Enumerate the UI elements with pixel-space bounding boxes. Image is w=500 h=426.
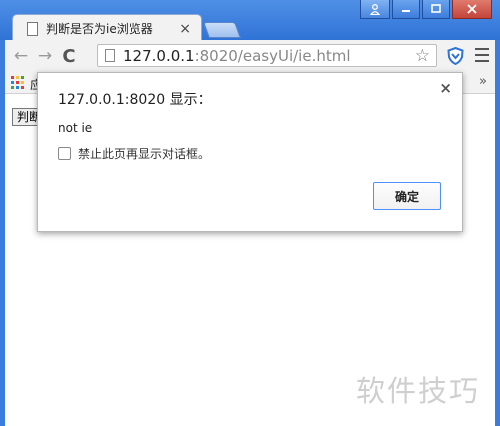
maximize-icon [431,4,441,13]
watermark: 软件技巧 [356,374,481,408]
ok-button[interactable]: 确定 [373,182,441,210]
menu-icon[interactable] [475,48,489,62]
reload-button[interactable]: C [57,44,81,68]
window-border-right [495,40,500,426]
back-arrow-icon: ← [13,46,29,66]
forward-button[interactable]: → [33,44,57,68]
dialog-title: 127.0.0.1:8020 显示： [58,92,212,108]
suppress-dialogs-checkbox[interactable] [58,147,71,160]
toolbar: ← → C 127.0.0.1:8020/easyUi/ie.html ☆ [5,40,495,72]
more-bookmarks-icon[interactable]: » [479,74,487,89]
tab-title: 判断是否为ie浏览器 [46,22,153,36]
minimize-icon [402,10,410,12]
apps-icon[interactable] [11,76,24,89]
dialog-close-icon[interactable]: × [439,79,452,97]
page-icon [105,49,115,62]
suppress-dialogs-checkbox-row[interactable]: 禁止此页再显示对话框。 [58,145,210,162]
reload-icon: C [62,45,76,67]
profile-button[interactable] [360,0,390,19]
dialog-message: not ie [58,121,93,135]
bookmark-star-icon[interactable]: ☆ [415,46,430,66]
person-icon [370,3,380,15]
url-host: 127.0.0.1 [123,46,195,65]
back-button[interactable]: ← [9,44,33,68]
new-tab-button[interactable] [203,22,241,38]
alert-dialog: 127.0.0.1:8020 显示： × not ie 禁止此页再显示对话框。 … [37,72,463,232]
address-bar[interactable]: 127.0.0.1:8020/easyUi/ie.html ☆ [97,44,437,67]
tab-close-icon[interactable]: × [179,21,191,37]
minimize-button[interactable] [392,0,420,19]
close-icon [467,4,477,14]
page-icon [27,21,38,36]
shield-icon[interactable] [447,47,464,65]
url-path: :8020/easyUi/ie.html [194,46,351,65]
window-controls [360,0,492,19]
suppress-dialogs-label: 禁止此页再显示对话框。 [78,147,211,161]
tab-active[interactable]: 判断是否为ie浏览器 × [12,14,202,42]
maximize-button[interactable] [422,0,450,19]
forward-arrow-icon: → [37,46,53,66]
close-window-button[interactable] [452,0,492,19]
